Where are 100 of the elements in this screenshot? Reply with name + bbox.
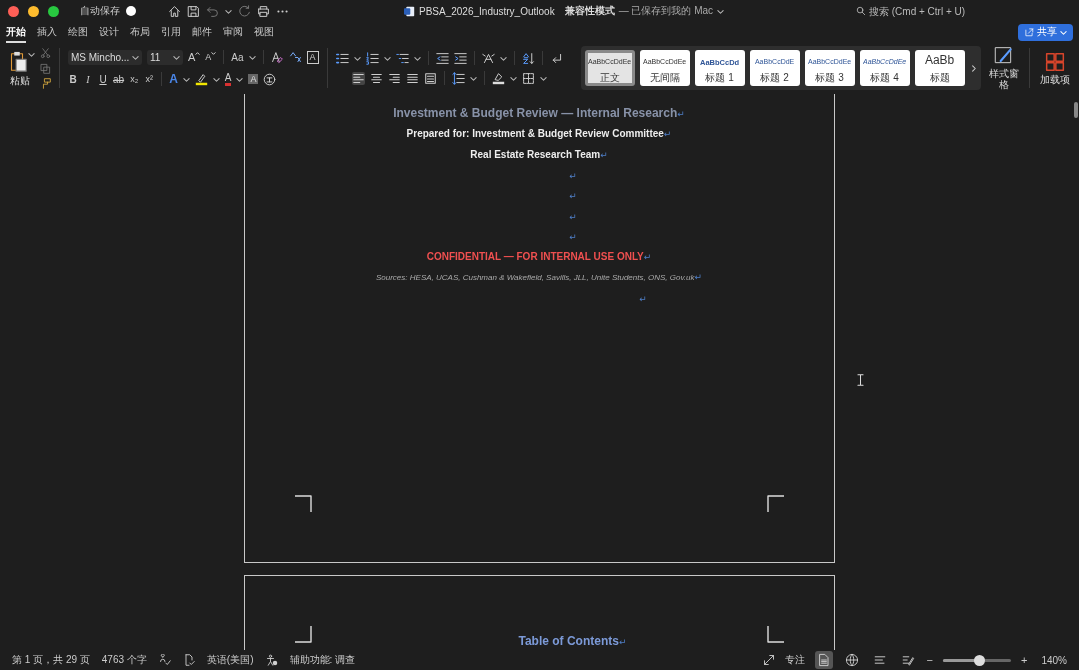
- justify-icon[interactable]: [405, 71, 419, 85]
- ribbon-tab[interactable]: 审阅: [223, 21, 243, 43]
- ribbon-tab[interactable]: 视图: [254, 21, 274, 43]
- increase-indent-icon[interactable]: [453, 51, 467, 65]
- ribbon-tab[interactable]: 开始: [6, 21, 26, 43]
- accessibility-icon[interactable]: [265, 654, 278, 666]
- page-count[interactable]: 第 1 页，共 29 页: [12, 653, 90, 667]
- character-shading-button[interactable]: A: [248, 74, 259, 84]
- document-subtitle: Prepared for: Investment & Budget Review Committee↵: [406, 128, 672, 140]
- align-right-icon[interactable]: [387, 71, 401, 85]
- save-icon[interactable]: [187, 4, 200, 18]
- font-color-button[interactable]: A: [224, 72, 232, 86]
- ribbon-tab[interactable]: 邮件: [192, 21, 212, 43]
- text-cursor-icon: [857, 374, 864, 386]
- minimize-button[interactable]: [28, 5, 39, 17]
- highlighter-icon[interactable]: [194, 72, 208, 86]
- undo-icon[interactable]: [206, 4, 219, 18]
- caret-icon[interactable]: [717, 7, 725, 15]
- caret-icon[interactable]: [182, 75, 190, 83]
- caret-icon: [1060, 28, 1067, 36]
- caret-icon: [211, 51, 217, 56]
- caret-icon[interactable]: [248, 53, 256, 61]
- caret-icon[interactable]: [469, 74, 477, 82]
- align-left-icon[interactable]: [351, 71, 365, 85]
- enclose-character-icon[interactable]: [263, 72, 277, 86]
- ribbon-tab[interactable]: 布局: [130, 21, 150, 43]
- decrease-indent-icon[interactable]: [435, 51, 449, 65]
- focus-button[interactable]: 专注: [784, 653, 805, 667]
- language-label[interactable]: 英语(美国): [206, 653, 254, 667]
- redo-icon[interactable]: [238, 4, 251, 18]
- grid-icon: [1044, 51, 1065, 72]
- sort-icon[interactable]: [521, 51, 535, 65]
- caret-icon[interactable]: [353, 54, 361, 62]
- bullet-list-icon[interactable]: [335, 51, 349, 65]
- zoom-level[interactable]: 140%: [1041, 654, 1067, 666]
- print-layout-icon[interactable]: [814, 651, 833, 669]
- borders-icon[interactable]: [521, 71, 535, 85]
- caret-icon[interactable]: [225, 7, 232, 15]
- chevron-right-icon[interactable]: [969, 64, 977, 72]
- style-item[interactable]: AaBb 标题: [914, 50, 965, 86]
- phonetic-guide-icon[interactable]: [288, 50, 302, 64]
- subscript-button[interactable]: x₂: [129, 74, 140, 84]
- caret-icon[interactable]: [383, 54, 391, 62]
- styles-pane-button[interactable]: 样式窗格: [988, 46, 1019, 90]
- search-field[interactable]: 搜索 (Cmd + Ctrl + U): [856, 5, 979, 17]
- print-icon[interactable]: [257, 4, 270, 18]
- font-size-dropdown[interactable]: 11: [147, 49, 183, 65]
- align-center-icon[interactable]: [369, 71, 383, 85]
- zoom-in-button[interactable]: +: [1021, 654, 1028, 666]
- ribbon-tab[interactable]: 引用: [161, 21, 181, 43]
- compat-mode-label: 兼容性模式: [564, 4, 615, 18]
- close-button[interactable]: [8, 5, 19, 17]
- caret-icon[interactable]: [539, 74, 547, 82]
- copy-icon[interactable]: [40, 62, 51, 74]
- cut-icon[interactable]: [40, 47, 51, 59]
- shrink-font-button[interactable]: A: [205, 52, 212, 62]
- expand-icon[interactable]: [762, 654, 775, 666]
- superscript-button[interactable]: x²: [144, 74, 155, 84]
- zoom-slider-thumb[interactable]: [974, 654, 985, 666]
- caret-icon[interactable]: [499, 54, 507, 62]
- paragraph-mark: ↵: [569, 169, 577, 183]
- underline-button[interactable]: U: [98, 73, 108, 85]
- numbered-list-icon[interactable]: [365, 51, 379, 65]
- ribbon-tab[interactable]: 插入: [37, 21, 57, 43]
- format-painter-icon[interactable]: [40, 77, 51, 89]
- grow-font-button[interactable]: A: [188, 51, 196, 63]
- zoom-out-button[interactable]: −: [926, 654, 933, 666]
- autosave-label: 自动保存: [80, 4, 120, 18]
- character-border-button[interactable]: A: [306, 50, 319, 64]
- font-name-dropdown[interactable]: MS Mincho...: [68, 49, 142, 65]
- caret-icon[interactable]: [413, 54, 421, 62]
- proofing-icon[interactable]: [158, 654, 171, 666]
- caret-icon[interactable]: [509, 74, 517, 82]
- scrollbar-thumb[interactable]: [1074, 102, 1078, 118]
- word-count[interactable]: 4763 个字: [101, 653, 147, 667]
- change-case-button[interactable]: Aa: [231, 51, 244, 63]
- maximize-button[interactable]: [48, 5, 59, 17]
- text-effects-button[interactable]: A: [169, 72, 178, 86]
- ribbon-tab[interactable]: 绘图: [68, 21, 88, 43]
- document-check-icon[interactable]: [182, 654, 195, 666]
- line-spacing-icon[interactable]: [451, 71, 465, 85]
- caret-icon[interactable]: [236, 75, 244, 83]
- accessibility-status[interactable]: 辅助功能: 调查: [289, 653, 356, 667]
- caret-icon[interactable]: [212, 75, 220, 83]
- distributed-icon[interactable]: [423, 71, 437, 85]
- caret-icon[interactable]: [27, 50, 35, 58]
- share-button[interactable]: 共享: [1018, 23, 1073, 41]
- multilevel-list-icon[interactable]: [395, 51, 409, 65]
- confidential-notice: CONFIDENTIAL — FOR INTERNAL USE ONLY↵: [426, 251, 652, 263]
- shading-icon[interactable]: [491, 71, 505, 85]
- strikethrough-button[interactable]: ab: [113, 73, 125, 85]
- clear-format-icon[interactable]: [270, 50, 284, 64]
- bold-button[interactable]: B: [68, 73, 78, 85]
- home-icon[interactable]: [168, 4, 181, 18]
- paragraph-mark: ↵: [569, 190, 577, 203]
- ribbon-tab[interactable]: 设计: [99, 21, 119, 43]
- asian-layout-icon[interactable]: [481, 51, 495, 65]
- add-ins-button[interactable]: 加载项: [1039, 51, 1070, 85]
- sources-line: Sources: HESA, UCAS, Cushman & Wakefield, Savills, JLL, Unite Students, ONS, Gov.uk↵: [375, 272, 702, 283]
- italic-button[interactable]: I: [83, 73, 93, 85]
